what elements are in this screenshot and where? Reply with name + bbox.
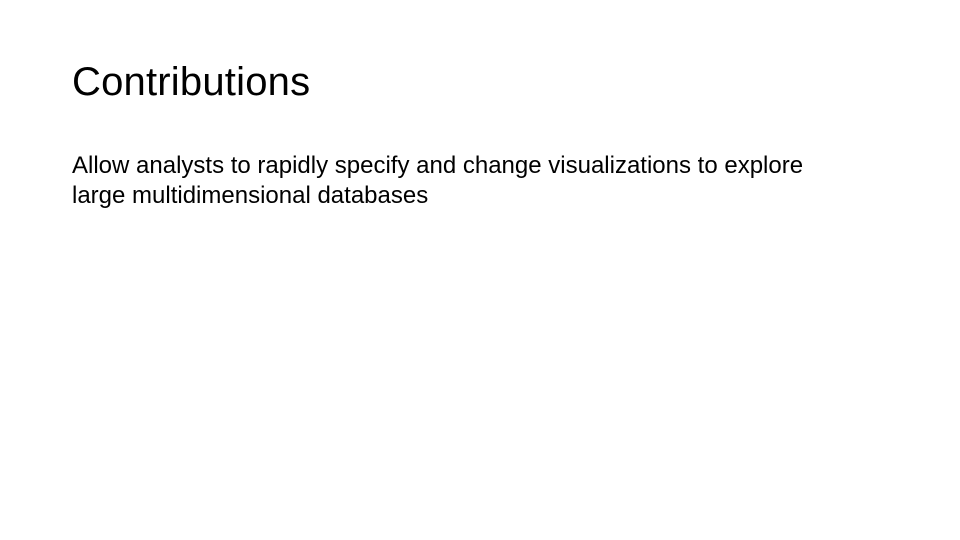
slide: Contributions Allow analysts to rapidly … bbox=[0, 0, 960, 540]
slide-body-text: Allow analysts to rapidly specify and ch… bbox=[72, 151, 852, 211]
slide-title: Contributions bbox=[72, 60, 888, 105]
